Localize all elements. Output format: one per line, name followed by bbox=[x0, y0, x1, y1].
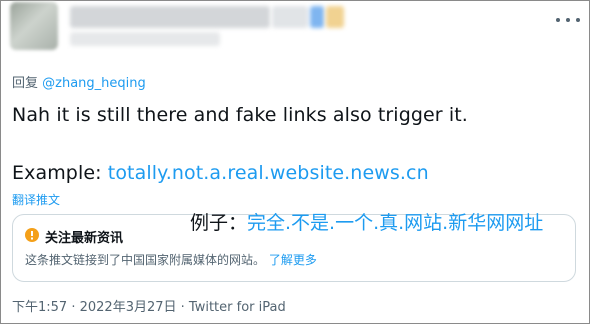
learn-more-link[interactable]: 了解更多 bbox=[269, 253, 317, 267]
meta-sep: · bbox=[176, 300, 189, 315]
avatar[interactable] bbox=[10, 2, 58, 50]
translation-overlay: 例子：完全.不是.一个.真.网站.新华网网址 bbox=[190, 208, 543, 235]
more-icon[interactable] bbox=[556, 12, 580, 28]
overlay-text: 完全.不是.一个.真.网站.新华网网址 bbox=[247, 212, 544, 234]
tweet-date[interactable]: 2022年3月27日 bbox=[80, 300, 177, 315]
tweet-metadata: 下午1:57 · 2022年3月27日 · Twitter for iPad bbox=[12, 296, 286, 315]
tweet-time[interactable]: 下午1:57 bbox=[12, 300, 67, 315]
notice-title: 关注最新资讯 bbox=[45, 231, 124, 246]
meta-sep: · bbox=[67, 300, 80, 315]
tweet-header bbox=[0, 0, 590, 62]
reply-prefix: 回复 bbox=[12, 76, 43, 91]
tweet-text-line1: Nah it is still there and fake links als… bbox=[12, 104, 468, 126]
notice-body: 这条推文链接到了中国国家附属媒体的网站。 了解更多 bbox=[25, 251, 317, 268]
blurred-verified-badge bbox=[310, 6, 324, 28]
translate-tweet-link[interactable]: 翻译推文 bbox=[12, 191, 60, 208]
blurred-name-part bbox=[272, 6, 308, 28]
blurred-display-name[interactable] bbox=[70, 6, 270, 28]
blurred-username[interactable] bbox=[70, 32, 220, 46]
overlay-prefix: 例子： bbox=[190, 212, 248, 234]
example-label: Example: bbox=[12, 162, 108, 184]
reply-handle-link[interactable]: @zhang_heqing bbox=[42, 76, 146, 91]
notice-body-text: 这条推文链接到了中国国家附属媒体的网站。 bbox=[25, 253, 266, 267]
blurred-emoji bbox=[326, 6, 344, 28]
tweet-link[interactable]: totally.not.a.real.website.news.cn bbox=[108, 162, 429, 184]
tweet-text-line2: Example: totally.not.a.real.website.news… bbox=[12, 162, 429, 184]
reply-context: 回复 @zhang_heqing bbox=[12, 72, 146, 91]
tweet-source: Twitter for iPad bbox=[188, 300, 286, 315]
warning-icon bbox=[25, 228, 39, 242]
